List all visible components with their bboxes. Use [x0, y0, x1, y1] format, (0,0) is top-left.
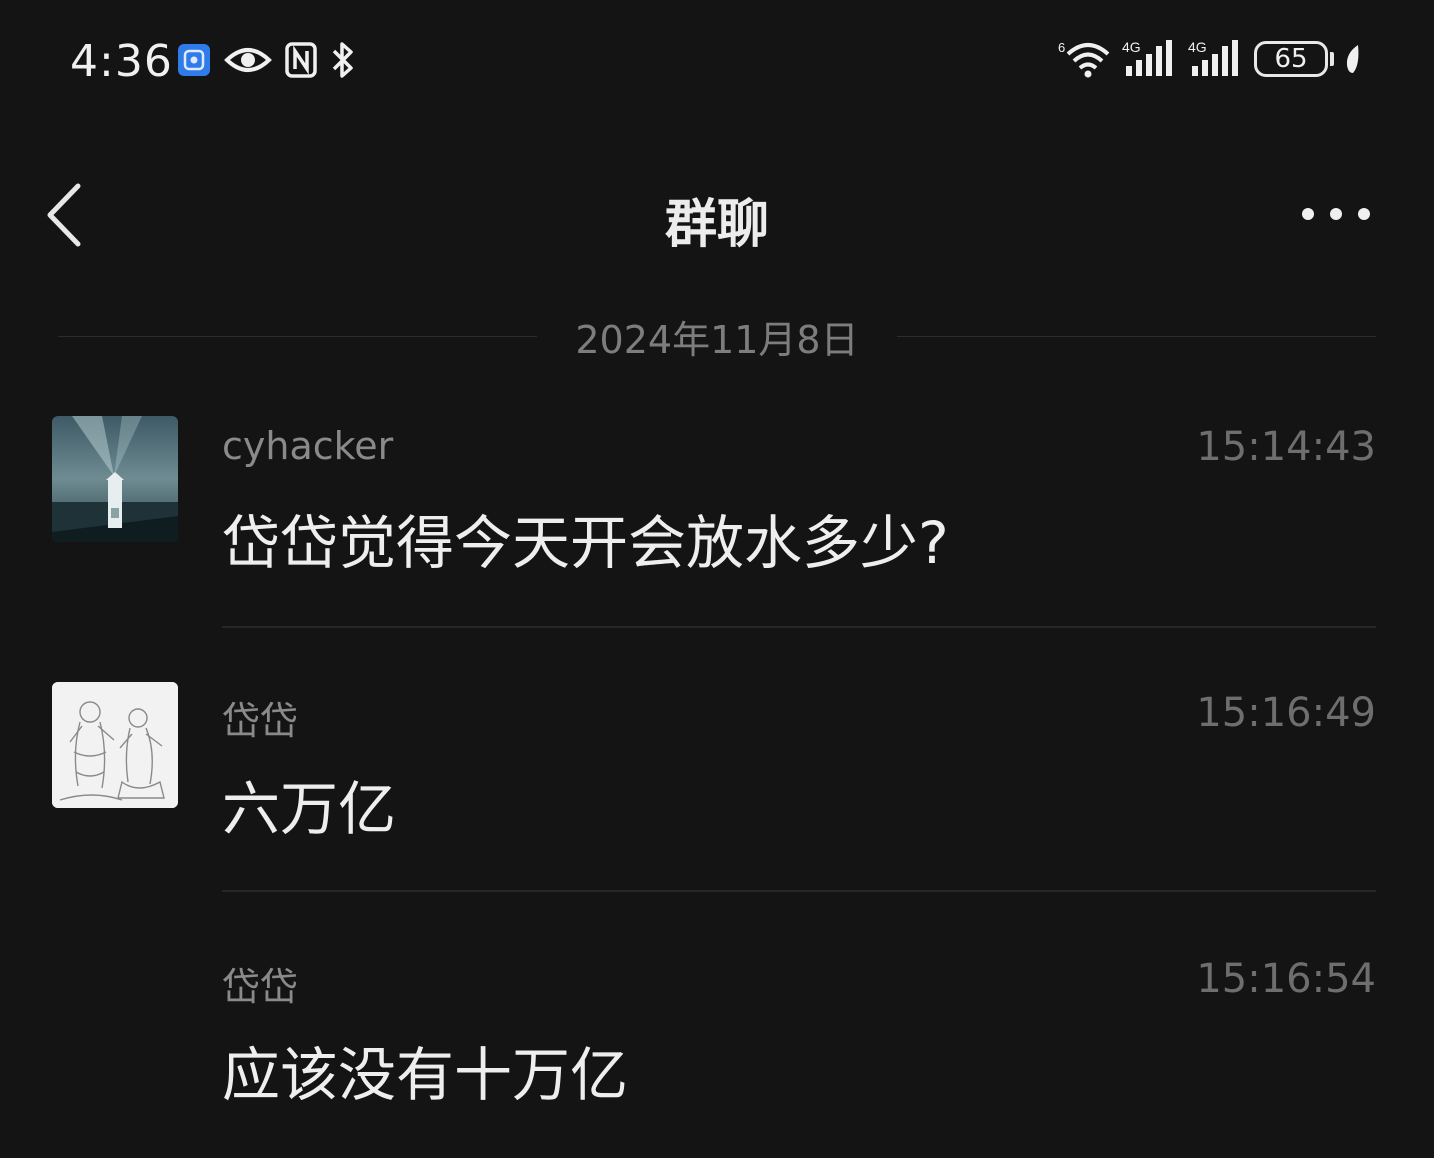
wifi-icon: 6 — [1058, 38, 1112, 80]
message-separator — [222, 890, 1376, 892]
battery-level: 65 — [1274, 44, 1308, 74]
nfc-icon — [284, 41, 318, 79]
message-separator — [222, 626, 1376, 628]
charging-leaf-icon — [1344, 43, 1362, 75]
sender-name: 岱岱 — [222, 965, 299, 1009]
message-text: 应该没有十万亿 — [222, 1041, 629, 1109]
more-options-button[interactable] — [1296, 194, 1376, 234]
chat-message[interactable]: cyhacker 15:14:43 岱岱觉得今天开会放水多少? — [0, 416, 1434, 616]
status-bar: 4:36 6 4G 4G 65 — [0, 0, 1434, 122]
lighthouse-avatar-image — [52, 416, 178, 542]
battery-tip — [1330, 52, 1334, 66]
message-text: 岱岱觉得今天开会放水多少? — [222, 509, 949, 577]
sender-name: 岱岱 — [222, 699, 299, 743]
app-notification-icon — [176, 42, 212, 78]
signal-label-1: 4G — [1122, 39, 1141, 55]
eye-icon — [224, 42, 272, 78]
message-timestamp: 15:14:43 — [1196, 424, 1376, 470]
wifi-label: 6 — [1058, 40, 1065, 55]
date-label: 2024年11月8日 — [575, 317, 859, 362]
sender-name: cyhacker — [222, 424, 394, 468]
more-dots-icon — [1302, 208, 1370, 220]
signal-4g-icon: 4G — [1188, 38, 1244, 80]
signal-label-2: 4G — [1188, 39, 1207, 55]
status-left-icons — [176, 40, 356, 80]
battery-indicator: 65 — [1254, 41, 1328, 77]
date-divider: 2024年11月8日 — [58, 306, 1376, 366]
divider-line-right — [896, 335, 1376, 337]
divider-line-left — [58, 335, 538, 337]
status-time: 4:36 — [70, 36, 173, 87]
message-text: 六万亿 — [222, 775, 397, 843]
bluetooth-icon — [330, 40, 356, 80]
chat-message[interactable]: 岱岱 15:16:49 六万亿 — [0, 682, 1434, 882]
nav-bar: 群聊 — [0, 150, 1434, 280]
message-timestamp: 15:16:54 — [1196, 956, 1376, 1002]
status-right-icons: 6 4G 4G 65 — [1058, 38, 1362, 80]
message-timestamp: 15:16:49 — [1196, 690, 1376, 736]
signal-4g-icon: 4G — [1122, 38, 1178, 80]
chat-message[interactable]: 岱岱 15:16:54 应该没有十万亿 — [0, 948, 1434, 1148]
avatar[interactable] — [52, 416, 178, 542]
page-title: 群聊 — [664, 195, 769, 255]
sketch-avatar-image — [52, 682, 178, 808]
avatar[interactable] — [52, 682, 178, 808]
